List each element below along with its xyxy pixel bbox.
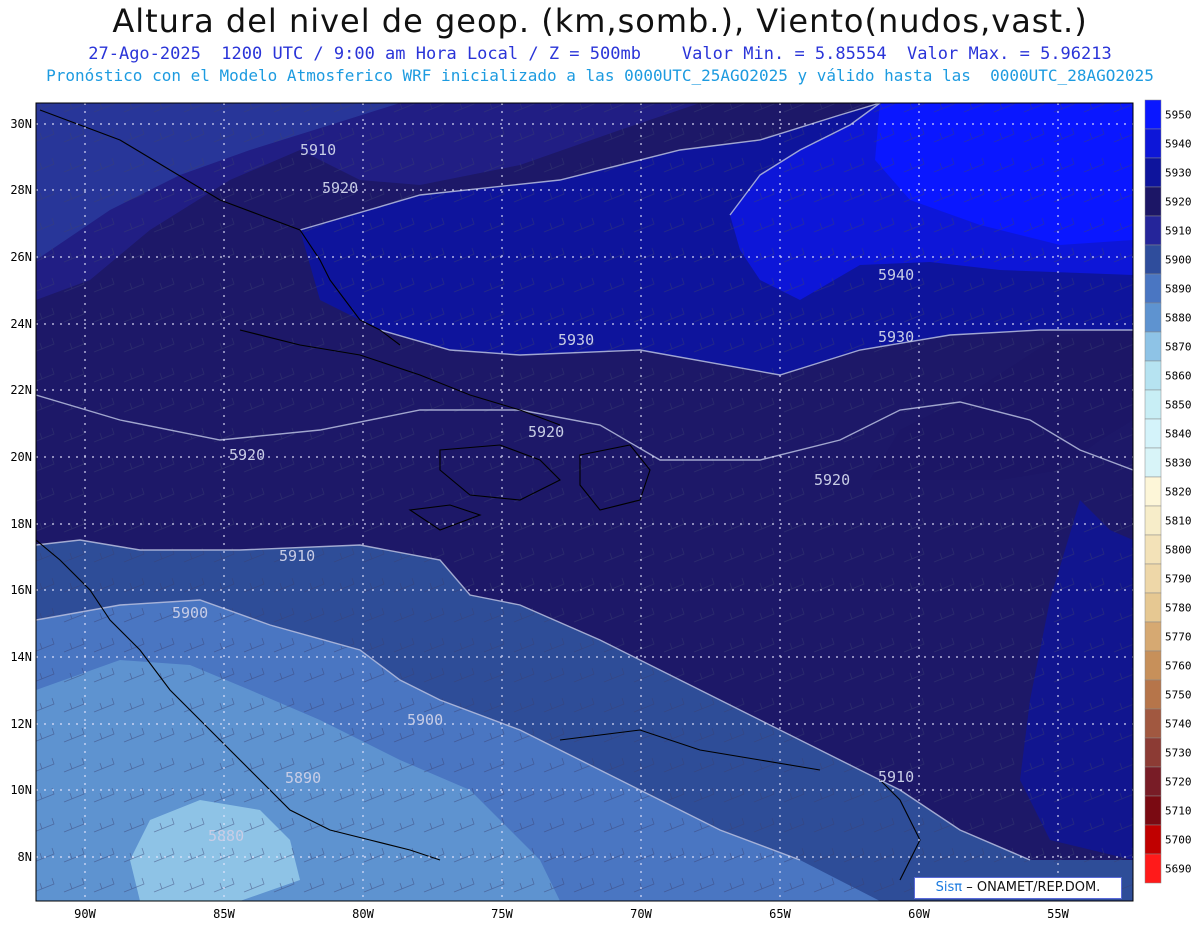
legend-level-label: 5930 [1165, 167, 1192, 180]
legend-swatch [1144, 215, 1162, 246]
lon-tick-label: 60W [908, 907, 930, 921]
contour-label: 5930 [878, 328, 914, 346]
contour-label: 5900 [407, 711, 443, 729]
legend-swatch [1144, 186, 1162, 217]
lat-tick-label: 28N [10, 183, 32, 197]
legend-swatch [1144, 157, 1162, 188]
legend-level-label: 5770 [1165, 631, 1192, 644]
chart-title: Altura del nivel de geop. (km,somb.), Vi… [112, 2, 1088, 40]
legend-level-label: 5880 [1165, 312, 1192, 325]
lat-tick-label: 20N [10, 450, 32, 464]
contour-label: 5920 [528, 423, 564, 441]
legend-level-label: 5860 [1165, 370, 1192, 383]
lon-tick-label: 85W [213, 907, 235, 921]
contour-label: 5940 [878, 266, 914, 284]
lon-tick-label: 75W [491, 907, 513, 921]
legend-swatch [1144, 418, 1162, 449]
legend-swatch [1144, 360, 1162, 391]
lat-tick-label: 10N [10, 783, 32, 797]
lat-tick-label: 30N [10, 117, 32, 131]
color-legend: 5950 5940 5930 5920 5910 5900 5890 5880 5870 5860… [1144, 99, 1192, 884]
legend-swatch [1144, 853, 1162, 884]
lat-tick-label: 14N [10, 650, 32, 664]
legend-level-label: 5740 [1165, 718, 1192, 731]
legend-level-label: 5890 [1165, 283, 1192, 296]
legend-level-label: 5870 [1165, 341, 1192, 354]
forecast-map: 5910 5920 5940 5930 5930 5920 5920 5920 … [10, 99, 1192, 921]
legend-swatch [1144, 824, 1162, 855]
legend-level-label: 5700 [1165, 834, 1192, 847]
credit-text: – ONAMET/REP.DOM. [966, 880, 1101, 895]
legend-swatch [1144, 737, 1162, 768]
legend-level-label: 5750 [1165, 689, 1192, 702]
legend-level-label: 5760 [1165, 660, 1192, 673]
legend-swatch [1144, 447, 1162, 478]
legend-level-label: 5830 [1165, 457, 1192, 470]
lat-tick-label: 8N [18, 850, 32, 864]
lon-tick-label: 55W [1047, 907, 1069, 921]
legend-swatch [1144, 679, 1162, 710]
lat-tick-label: 22N [10, 383, 32, 397]
legend-level-label: 5720 [1165, 776, 1192, 789]
legend-level-label: 5690 [1165, 863, 1192, 876]
forecast-info-line: 27-Ago-2025 1200 UTC / 9:00 am Hora Loca… [88, 44, 1112, 64]
lon-tick-label: 70W [630, 907, 652, 921]
legend-level-label: 5800 [1165, 544, 1192, 557]
legend-swatch [1144, 331, 1162, 362]
legend-swatch [1144, 302, 1162, 333]
model-info-line: Pronóstico con el Modelo Atmosferico WRF… [46, 66, 1154, 85]
contour-label: 5930 [558, 331, 594, 349]
lon-tick-label: 80W [352, 907, 374, 921]
legend-swatch [1144, 795, 1162, 826]
lat-tick-label: 12N [10, 717, 32, 731]
legend-level-label: 5850 [1165, 399, 1192, 412]
sispi-logo: Sisπ [935, 880, 963, 895]
legend-swatch [1144, 563, 1162, 594]
contour-label: 5920 [229, 446, 265, 464]
credit-box: Sisπ – ONAMET/REP.DOM. [914, 877, 1122, 899]
legend-level-label: 5810 [1165, 515, 1192, 528]
contour-label: 5910 [300, 141, 336, 159]
contour-label: 5920 [814, 471, 850, 489]
legend-swatch [1144, 128, 1162, 159]
legend-swatch [1144, 766, 1162, 797]
legend-level-label: 5910 [1165, 225, 1192, 238]
legend-swatch [1144, 621, 1162, 652]
legend-swatch [1144, 99, 1162, 130]
legend-level-label: 5840 [1165, 428, 1192, 441]
legend-swatch [1144, 592, 1162, 623]
legend-level-label: 5780 [1165, 602, 1192, 615]
legend-swatch [1144, 476, 1162, 507]
shaded-height-field: 5910 5920 5940 5930 5930 5920 5920 5920 … [36, 103, 1133, 901]
contour-label: 5900 [172, 604, 208, 622]
contour-label: 5890 [285, 769, 321, 787]
legend-swatch [1144, 273, 1162, 304]
lat-tick-label: 18N [10, 517, 32, 531]
legend-level-label: 5900 [1165, 254, 1192, 267]
lat-tick-label: 16N [10, 583, 32, 597]
contour-label: 5910 [878, 768, 914, 786]
legend-swatch [1144, 505, 1162, 536]
legend-level-label: 5710 [1165, 805, 1192, 818]
legend-level-label: 5950 [1165, 109, 1192, 122]
lon-tick-label: 90W [74, 907, 96, 921]
legend-swatch [1144, 534, 1162, 565]
contour-label: 5880 [208, 827, 244, 845]
legend-level-label: 5920 [1165, 196, 1192, 209]
legend-swatch [1144, 244, 1162, 275]
legend-level-label: 5940 [1165, 138, 1192, 151]
lat-tick-label: 24N [10, 317, 32, 331]
legend-swatch [1144, 389, 1162, 420]
legend-level-label: 5790 [1165, 573, 1192, 586]
lat-tick-label: 26N [10, 250, 32, 264]
legend-level-label: 5820 [1165, 486, 1192, 499]
contour-label: 5920 [322, 179, 358, 197]
legend-level-label: 5730 [1165, 747, 1192, 760]
lon-tick-label: 65W [769, 907, 791, 921]
contour-label: 5910 [279, 547, 315, 565]
legend-swatch [1144, 650, 1162, 681]
legend-swatch [1144, 708, 1162, 739]
